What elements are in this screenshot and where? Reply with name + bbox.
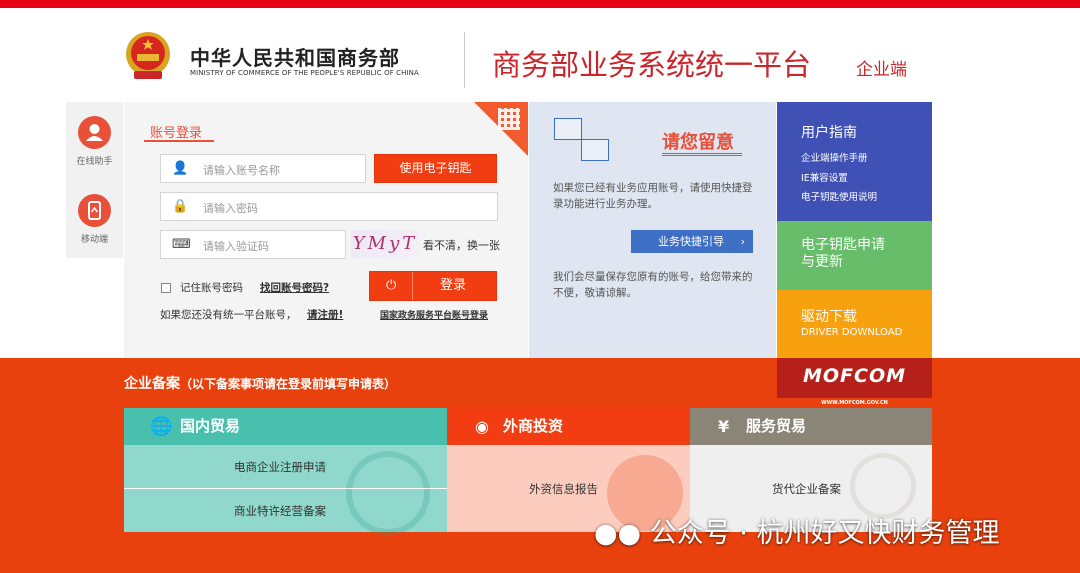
yuan-hand-icon (850, 453, 916, 519)
login-button-label: 登录 (439, 278, 466, 293)
password-placeholder: 请输入密码 (203, 202, 258, 215)
national-emblem-icon (126, 32, 170, 79)
login-button[interactable]: ⏻ 登录 (369, 271, 497, 301)
col-service-trade-head: ¥ 服务贸易 (690, 408, 932, 445)
captcha-image[interactable]: YMyT (351, 230, 419, 258)
quick-guide-button[interactable]: 业务快捷引导 › (631, 230, 753, 253)
guide-link-manual[interactable]: 企业端操作手册 (801, 150, 868, 164)
globe-icon: 🌐 (150, 416, 173, 437)
quick-guide-label: 业务快捷引导 (658, 235, 724, 248)
guide-link-ukey[interactable]: 电子钥匙使用说明 (801, 189, 877, 203)
remember-checkbox[interactable] (161, 283, 171, 293)
globe-icon (346, 451, 430, 535)
records-subtitle: （以下备案事项请在登录前填写申请表） (180, 377, 397, 391)
mobile-icon (78, 194, 111, 227)
ministry-name-en: MINISTRY OF COMMERCE OF THE PEOPLE'S REP… (190, 69, 419, 77)
forgot-password-link[interactable]: 找回账号密码? (260, 280, 329, 295)
captcha-placeholder: 请输入验证码 (203, 240, 269, 253)
divider (124, 488, 447, 489)
login-panel: 账号登录 👤 请输入账号名称 使用电子钥匙 🔒 请输入密码 ⌨ 请输入验证码 Y… (124, 102, 528, 358)
sidebar-item-online-assistant[interactable]: 在线助手 (66, 102, 123, 179)
yuan-hand-icon: ¥ (718, 417, 730, 436)
sidebar-item-mobile[interactable]: 移动端 (66, 180, 123, 257)
chevron-right-icon: › (740, 235, 745, 248)
ukey-title-line1: 电子钥匙申请 (801, 237, 885, 253)
monitor-icon (554, 118, 582, 140)
platform-title: 商务部业务系统统一平台 (492, 48, 812, 82)
header: 中华人民共和国商务部 MINISTRY OF COMMERCE OF THE P… (0, 8, 1080, 100)
register-prompt: 如果您还没有统一平台账号， (160, 309, 297, 321)
records-title-text: 企业备案 (124, 376, 180, 392)
ukey-title-line2: 与更新 (801, 254, 843, 270)
col-head-label: 外商投资 (503, 417, 564, 435)
password-input[interactable]: 🔒 请输入密码 (160, 192, 498, 221)
gov-login-link[interactable]: 国家政务服务平台账号登录 (380, 308, 488, 321)
driver-subtitle: DRIVER DOWNLOAD (801, 327, 903, 338)
link-foreign-info-report[interactable]: 外资信息报告 (529, 481, 598, 497)
notice-panel: 请您留意 如果您已经有业务应用账号，请使用快捷登录功能进行业务办理。 业务快捷引… (529, 102, 776, 358)
col-domestic-trade-head: 🌐 国内贸易 (124, 408, 447, 445)
mofcom-logo-text: MOFCOM (802, 365, 907, 387)
tab-account-login[interactable]: 账号登录 (150, 122, 202, 141)
sidebar-item-label: 移动端 (80, 235, 108, 245)
top-accent-bar (0, 0, 1080, 8)
notice-title: 请您留意 (662, 132, 734, 153)
platform-subtitle: 企业端 (856, 60, 907, 80)
wechat-icon: ●● (594, 518, 642, 549)
user-icon (78, 116, 111, 149)
mofcom-logo[interactable]: MOFCOM WWW.MOFCOM.GOV.CN (777, 358, 932, 406)
keyboard-icon: ⌨ (172, 237, 191, 252)
power-icon: ⏻ (386, 278, 397, 293)
link-freight-record[interactable]: 货代企业备案 (772, 481, 841, 497)
monitor-icon (581, 139, 609, 161)
watermark-text: 公众号 · 杭州好又快财务管理 (649, 518, 1000, 549)
account-placeholder: 请输入账号名称 (203, 164, 280, 177)
account-input[interactable]: 👤 请输入账号名称 (160, 154, 366, 183)
register-link[interactable]: 请注册! (307, 307, 343, 322)
remember-label: 记住账号密码 (180, 282, 243, 294)
notice-text-2: 我们会尽量保存您原有的账号，给您带来的不便，敬请谅解。 (553, 271, 753, 299)
ukey-apply-title: 电子钥匙申请 与更新 (801, 237, 885, 271)
tab-underline (144, 140, 214, 142)
ministry-name-cn: 中华人民共和国商务部 (190, 46, 400, 70)
lock-icon: 🔒 (172, 199, 189, 214)
user-guide-panel: 用户指南 企业端操作手册 IE兼容设置 电子钥匙使用说明 (777, 102, 932, 221)
user-icon: 👤 (172, 161, 189, 176)
captcha-refresh-link[interactable]: 看不清，换一张 (423, 237, 500, 253)
guide-link-ie[interactable]: IE兼容设置 (801, 170, 848, 184)
ukey-button[interactable]: 使用电子钥匙 (374, 154, 497, 183)
wechat-watermark: ●● 公众号 · 杭州好又快财务管理 (594, 511, 999, 550)
header-divider (464, 32, 465, 88)
user-guide-title: 用户指南 (801, 125, 857, 141)
col-head-label: 国内贸易 (180, 417, 241, 435)
captcha-input[interactable]: ⌨ 请输入验证码 (160, 230, 346, 259)
notice-title-underline (662, 153, 742, 156)
driver-title: 驱动下载 (801, 309, 857, 325)
sidebar-item-label: 在线助手 (76, 157, 113, 167)
notice-text-1: 如果您已经有业务应用账号，请使用快捷登录功能进行业务办理。 (553, 182, 753, 210)
driver-download-tile[interactable]: 驱动下载 DRIVER DOWNLOAD (777, 290, 932, 358)
coins-icon: ◉ (475, 417, 489, 436)
link-ecommerce-registration[interactable]: 电商企业注册申请 (234, 459, 326, 475)
records-title: 企业备案（以下备案事项请在登录前填写申请表） (124, 373, 396, 393)
col-domestic-trade-body: 电商企业注册申请 商业特许经营备案 (124, 445, 447, 535)
qr-code-icon[interactable] (498, 108, 520, 130)
col-head-label: 服务贸易 (746, 417, 807, 435)
col-foreign-investment-head: ◉ 外商投资 (447, 408, 690, 445)
link-franchise-record[interactable]: 商业特许经营备案 (234, 503, 326, 519)
sidebar: 在线助手 移动端 (66, 102, 123, 258)
ukey-apply-tile[interactable]: 电子钥匙申请 与更新 (777, 221, 932, 290)
